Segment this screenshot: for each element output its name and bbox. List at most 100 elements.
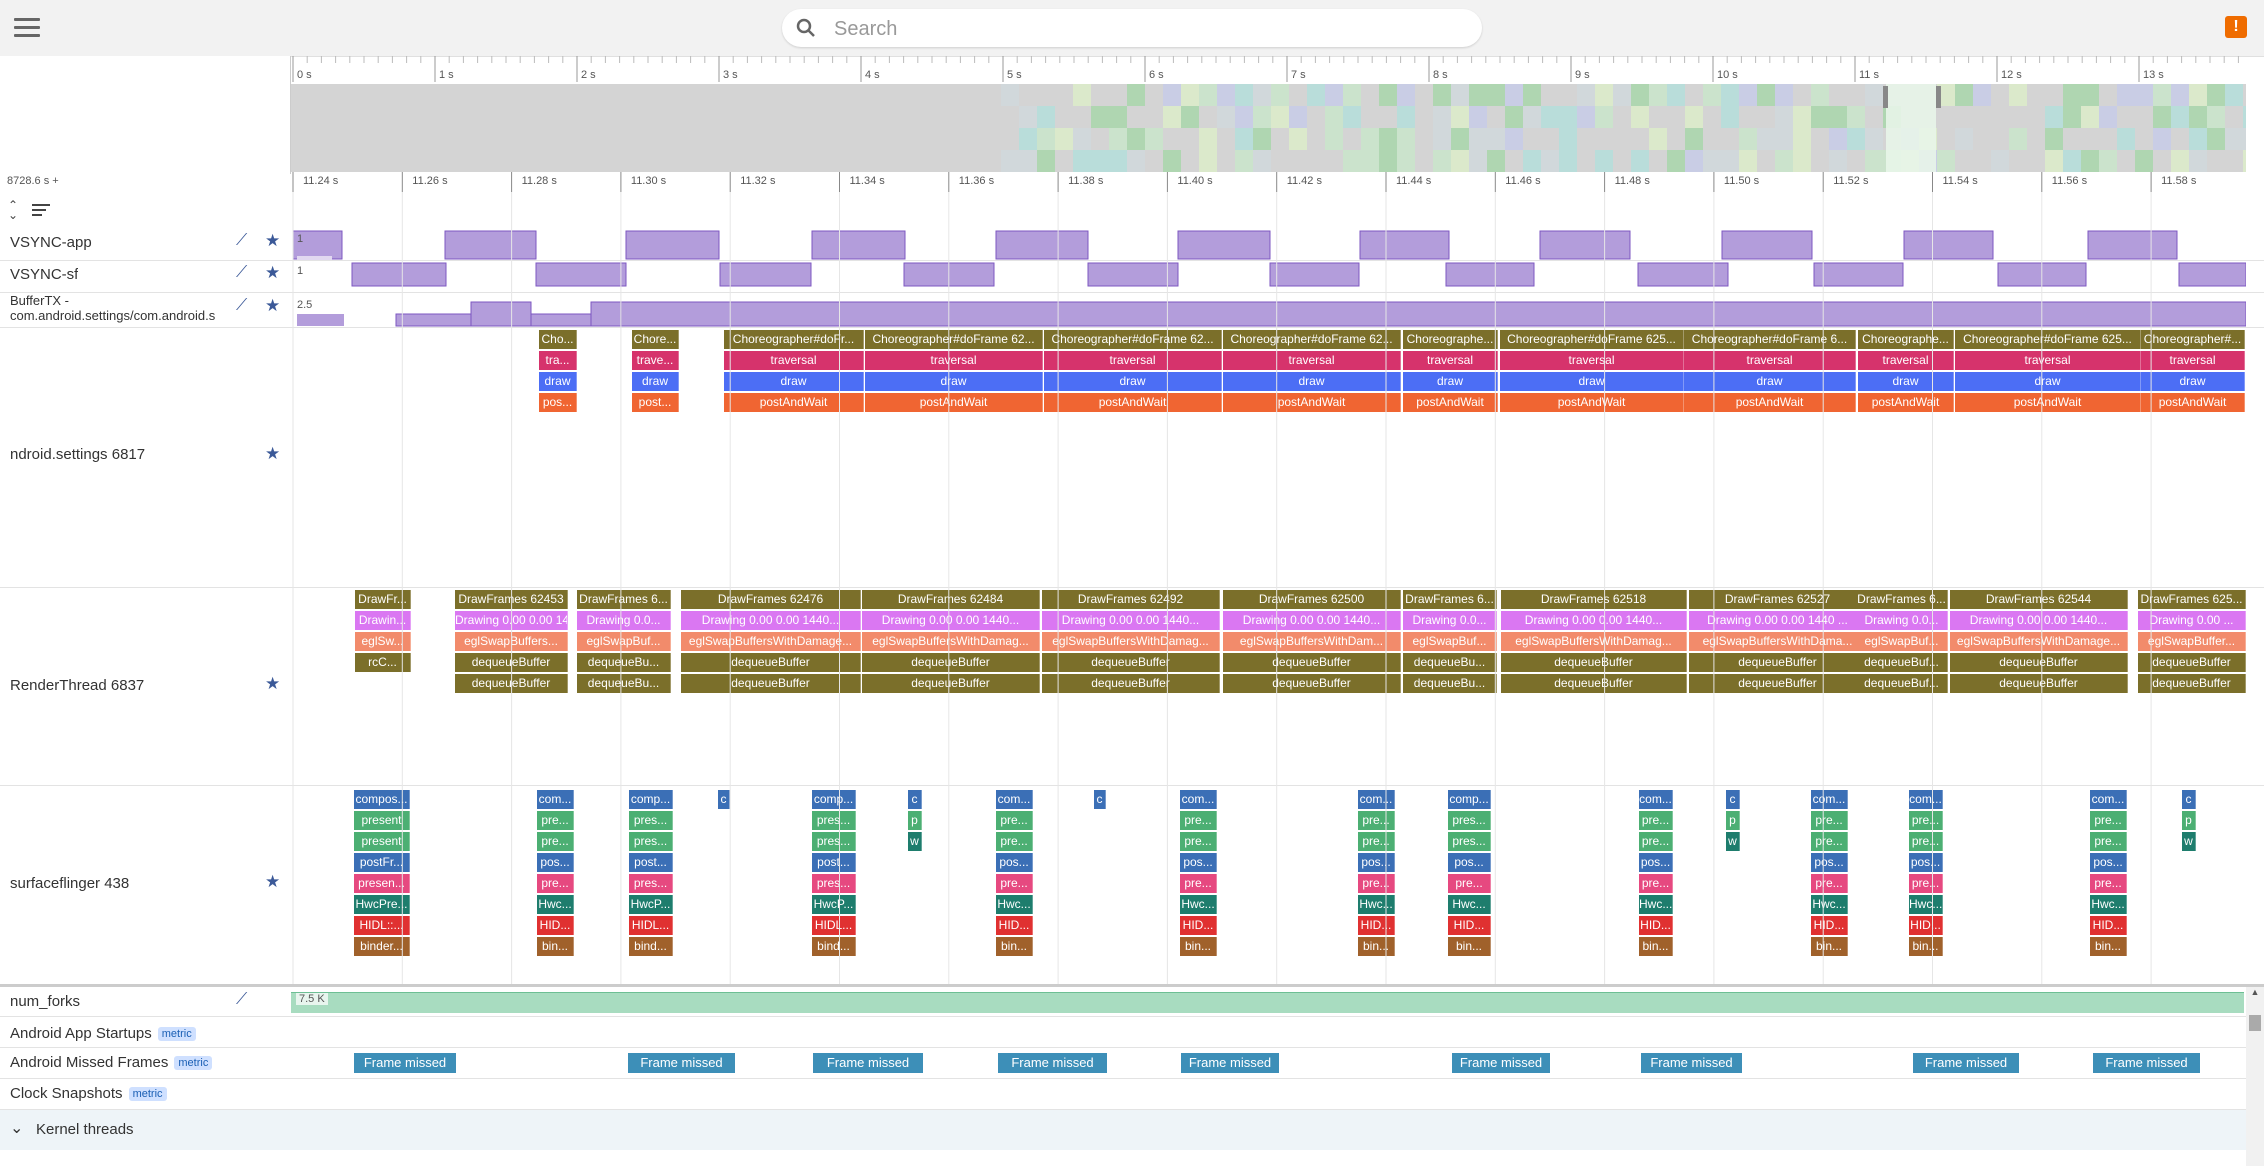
- surfaceflinger-slice[interactable]: HID...: [2090, 916, 2127, 935]
- renderthread-slice[interactable]: dequeueBuffer: [1689, 674, 1867, 693]
- renderthread-slice[interactable]: DrawFr...: [355, 590, 411, 609]
- surfaceflinger-slice[interactable]: com...: [1639, 790, 1673, 809]
- surfaceflinger-slice[interactable]: pre...: [1639, 874, 1673, 893]
- surfaceflinger-slice[interactable]: Hwc...: [1448, 895, 1491, 914]
- choreographer-slice[interactable]: Choreographer#doFrame 625...: [1500, 330, 1684, 349]
- choreographer-slice[interactable]: pos...: [539, 393, 577, 412]
- chart-icon[interactable]: ⟋: [236, 297, 247, 315]
- surfaceflinger-slice[interactable]: bin...: [537, 937, 574, 956]
- renderthread-slice[interactable]: dequeueBuffer: [1223, 674, 1401, 693]
- renderthread-slice[interactable]: dequeueBuffer: [681, 674, 861, 693]
- renderthread-slice[interactable]: dequeueBu...: [577, 653, 671, 672]
- surfaceflinger-slice[interactable]: com...: [996, 790, 1033, 809]
- renderthread-slice[interactable]: DrawFrames 6...: [577, 590, 671, 609]
- surfaceflinger-slice[interactable]: pres...: [629, 811, 673, 830]
- choreographer-slice[interactable]: traversal: [1684, 351, 1856, 370]
- surfaceflinger-slice[interactable]: bind...: [629, 937, 673, 956]
- surfaceflinger-slice[interactable]: pos...: [537, 853, 574, 872]
- surfaceflinger-slice[interactable]: pre...: [537, 874, 574, 893]
- renderthread-slice[interactable]: Drawing 0.00 0.00 1440 ...: [1689, 611, 1867, 630]
- surfaceflinger-small-slice[interactable]: c: [1094, 790, 1106, 809]
- choreographer-slice[interactable]: tra...: [539, 351, 577, 370]
- renderthread-slice[interactable]: Drawing 0.00 0.00 1440...: [1223, 611, 1401, 630]
- surfaceflinger-slice[interactable]: bin...: [1180, 937, 1217, 956]
- surfaceflinger-slice[interactable]: Hwc...: [996, 895, 1033, 914]
- surfaceflinger-slice[interactable]: binder...: [354, 937, 410, 956]
- surfaceflinger-slice[interactable]: pre...: [2090, 874, 2127, 893]
- surfaceflinger-slice[interactable]: pre...: [1358, 832, 1395, 851]
- choreographer-slice[interactable]: postAndWait: [724, 393, 864, 412]
- scrollbar-up-icon[interactable]: ▲: [2246, 987, 2264, 997]
- renderthread-slice[interactable]: eglSwapBuffersWithDamag...: [862, 632, 1040, 651]
- surfaceflinger-slice[interactable]: pre...: [1639, 832, 1673, 851]
- surfaceflinger-slice[interactable]: HID...: [996, 916, 1033, 935]
- renderthread-slice[interactable]: DrawFrames 62500: [1223, 590, 1401, 609]
- surfaceflinger-slice[interactable]: pos...: [1358, 853, 1395, 872]
- surfaceflinger-slice[interactable]: pres...: [812, 874, 856, 893]
- surfaceflinger-slice[interactable]: pos...: [2090, 853, 2127, 872]
- renderthread-slice[interactable]: eglSwapBuffer...: [2138, 632, 2246, 651]
- overview-ruler[interactable]: 0 s 1 s 2 s 3 s 4 s 5 s 6 s 7 s 8 s 9 s 10 s 11 s 12…: [291, 56, 2246, 174]
- choreographer-slice[interactable]: draw: [1684, 372, 1856, 391]
- surfaceflinger-slice[interactable]: HID...: [1358, 916, 1395, 935]
- surfaceflinger-small-slice[interactable]: w: [1726, 832, 1740, 851]
- surfaceflinger-slice[interactable]: Hwc...: [1180, 895, 1217, 914]
- chart-icon[interactable]: ⟋: [236, 991, 247, 1009]
- renderthread-slice[interactable]: Drawing 0.00 0.00 1440...: [455, 611, 568, 630]
- surfaceflinger-slice[interactable]: pre...: [1909, 811, 1943, 830]
- surfaceflinger-slice[interactable]: Hwc...: [537, 895, 574, 914]
- renderthread-slice[interactable]: eglSwapBuffers...: [455, 632, 568, 651]
- surfaceflinger-slice[interactable]: HIDL...: [629, 916, 673, 935]
- surfaceflinger-slice[interactable]: HID...: [1180, 916, 1217, 935]
- renderthread-slice[interactable]: dequeueBuffer: [1501, 674, 1687, 693]
- renderthread-slice[interactable]: dequeueBuffer: [1689, 653, 1867, 672]
- surfaceflinger-slice[interactable]: postFr...: [354, 853, 410, 872]
- renderthread-slice[interactable]: dequeueBu...: [1403, 674, 1497, 693]
- surfaceflinger-slice[interactable]: presen...: [354, 874, 410, 893]
- renderthread-slice[interactable]: dequeueBuf...: [1856, 653, 1948, 672]
- surfaceflinger-slice[interactable]: HID...: [1811, 916, 1848, 935]
- choreographer-slice[interactable]: Choreographer#doFrame 625...: [1955, 330, 2141, 349]
- surfaceflinger-slice[interactable]: HID...: [537, 916, 574, 935]
- chart-icon[interactable]: ⟋: [236, 264, 247, 282]
- counter-tracks[interactable]: [291, 228, 2246, 328]
- choreographer-slice[interactable]: postAndWait: [1044, 393, 1222, 412]
- renderthread-slice[interactable]: DrawFrames 62527: [1689, 590, 1867, 609]
- renderthread-slice[interactable]: Drawing 0.00 0.00 1440...: [681, 611, 861, 630]
- choreographer-slice[interactable]: traversal: [1500, 351, 1684, 370]
- choreographer-slice[interactable]: traversal: [865, 351, 1043, 370]
- surfaceflinger-slice[interactable]: com...: [2090, 790, 2127, 809]
- renderthread-slice[interactable]: eglSwapBuffersWithDam...: [1223, 632, 1401, 651]
- renderthread-slice[interactable]: dequeueBuffer: [862, 653, 1040, 672]
- surfaceflinger-slice[interactable]: pre...: [537, 832, 574, 851]
- renderthread-slice[interactable]: eglSwapBuffersWithDamag...: [1042, 632, 1220, 651]
- frame-missed-slice[interactable]: Frame missed: [354, 1053, 456, 1073]
- surfaceflinger-slice[interactable]: bin...: [1448, 937, 1491, 956]
- surfaceflinger-slice[interactable]: post...: [812, 853, 856, 872]
- star-icon[interactable]: ★: [265, 296, 280, 316]
- surfaceflinger-slice[interactable]: bin...: [2090, 937, 2127, 956]
- menu-icon[interactable]: [14, 18, 40, 38]
- renderthread-slice[interactable]: Drawing 0.00 0.00 1440...: [1950, 611, 2128, 630]
- choreographer-slice[interactable]: postAndWait: [1223, 393, 1401, 412]
- renderthread-slice[interactable]: eglSwapBuf...: [1403, 632, 1497, 651]
- renderthread-slice[interactable]: dequeueBuffer: [455, 653, 568, 672]
- choreographer-slice[interactable]: Choreographe...: [1403, 330, 1498, 349]
- renderthread-slice[interactable]: dequeueBuffer: [455, 674, 568, 693]
- surfaceflinger-slice[interactable]: Hwc...: [1909, 895, 1943, 914]
- expand-collapse-icon[interactable]: ⌃ ⌄: [8, 199, 18, 221]
- surfaceflinger-slice[interactable]: bin...: [1358, 937, 1395, 956]
- surfaceflinger-slice[interactable]: pre...: [1448, 874, 1491, 893]
- choreographer-slice[interactable]: draw: [539, 372, 577, 391]
- renderthread-slice[interactable]: DrawFrames 62476: [681, 590, 861, 609]
- renderthread-slice[interactable]: eglSwapBuf...: [577, 632, 671, 651]
- surfaceflinger-slice[interactable]: pres...: [812, 811, 856, 830]
- scrollbar-thumb[interactable]: [2249, 1015, 2261, 1031]
- renderthread-slice[interactable]: eglSw...: [355, 632, 411, 651]
- surfaceflinger-slice[interactable]: present: [354, 832, 410, 851]
- choreographer-slice[interactable]: draw: [1223, 372, 1401, 391]
- surfaceflinger-slice[interactable]: HwcPre...: [354, 895, 410, 914]
- choreographer-slice[interactable]: trave...: [632, 351, 679, 370]
- surfaceflinger-slice[interactable]: com...: [1811, 790, 1848, 809]
- surfaceflinger-slice[interactable]: pos...: [1448, 853, 1491, 872]
